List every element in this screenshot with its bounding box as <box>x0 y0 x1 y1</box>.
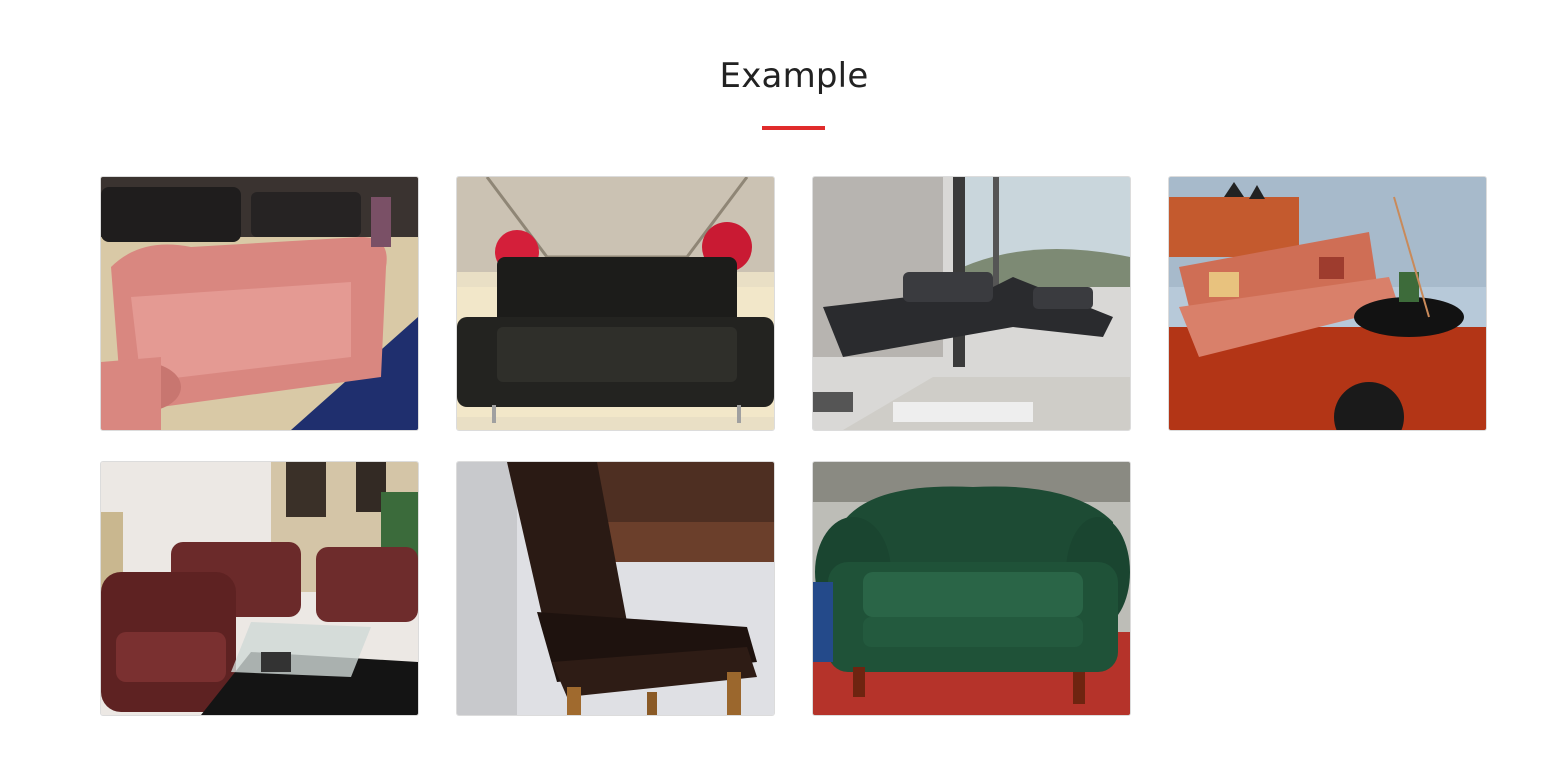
section-title: Example <box>719 56 869 96</box>
dark-leather-dining-chair-photo <box>457 462 774 715</box>
grey-corner-sofa-photo <box>813 177 1130 430</box>
title-underline <box>762 126 825 130</box>
gallery-item-dining-chair[interactable] <box>456 461 775 716</box>
green-chesterfield-armchair-photo <box>813 462 1130 715</box>
gallery-item-black-loveseat[interactable] <box>456 176 775 431</box>
example-section: Example <box>0 0 1548 759</box>
pink-tufted-sofa-photo <box>101 177 418 430</box>
gallery-item-grey-corner-sofa[interactable] <box>812 176 1131 431</box>
gallery-item-burgundy-recliners[interactable] <box>100 461 419 716</box>
gallery-item-green-armchair[interactable] <box>812 461 1131 716</box>
gallery-grid <box>100 176 1487 716</box>
gallery-item-coral-sofa[interactable] <box>1168 176 1487 431</box>
black-leather-loveseat-photo <box>457 177 774 430</box>
gallery-item-pink-sofa[interactable] <box>100 176 419 431</box>
burgundy-recliner-set-photo <box>101 462 418 715</box>
coral-sofa-livingroom-photo <box>1169 177 1486 430</box>
